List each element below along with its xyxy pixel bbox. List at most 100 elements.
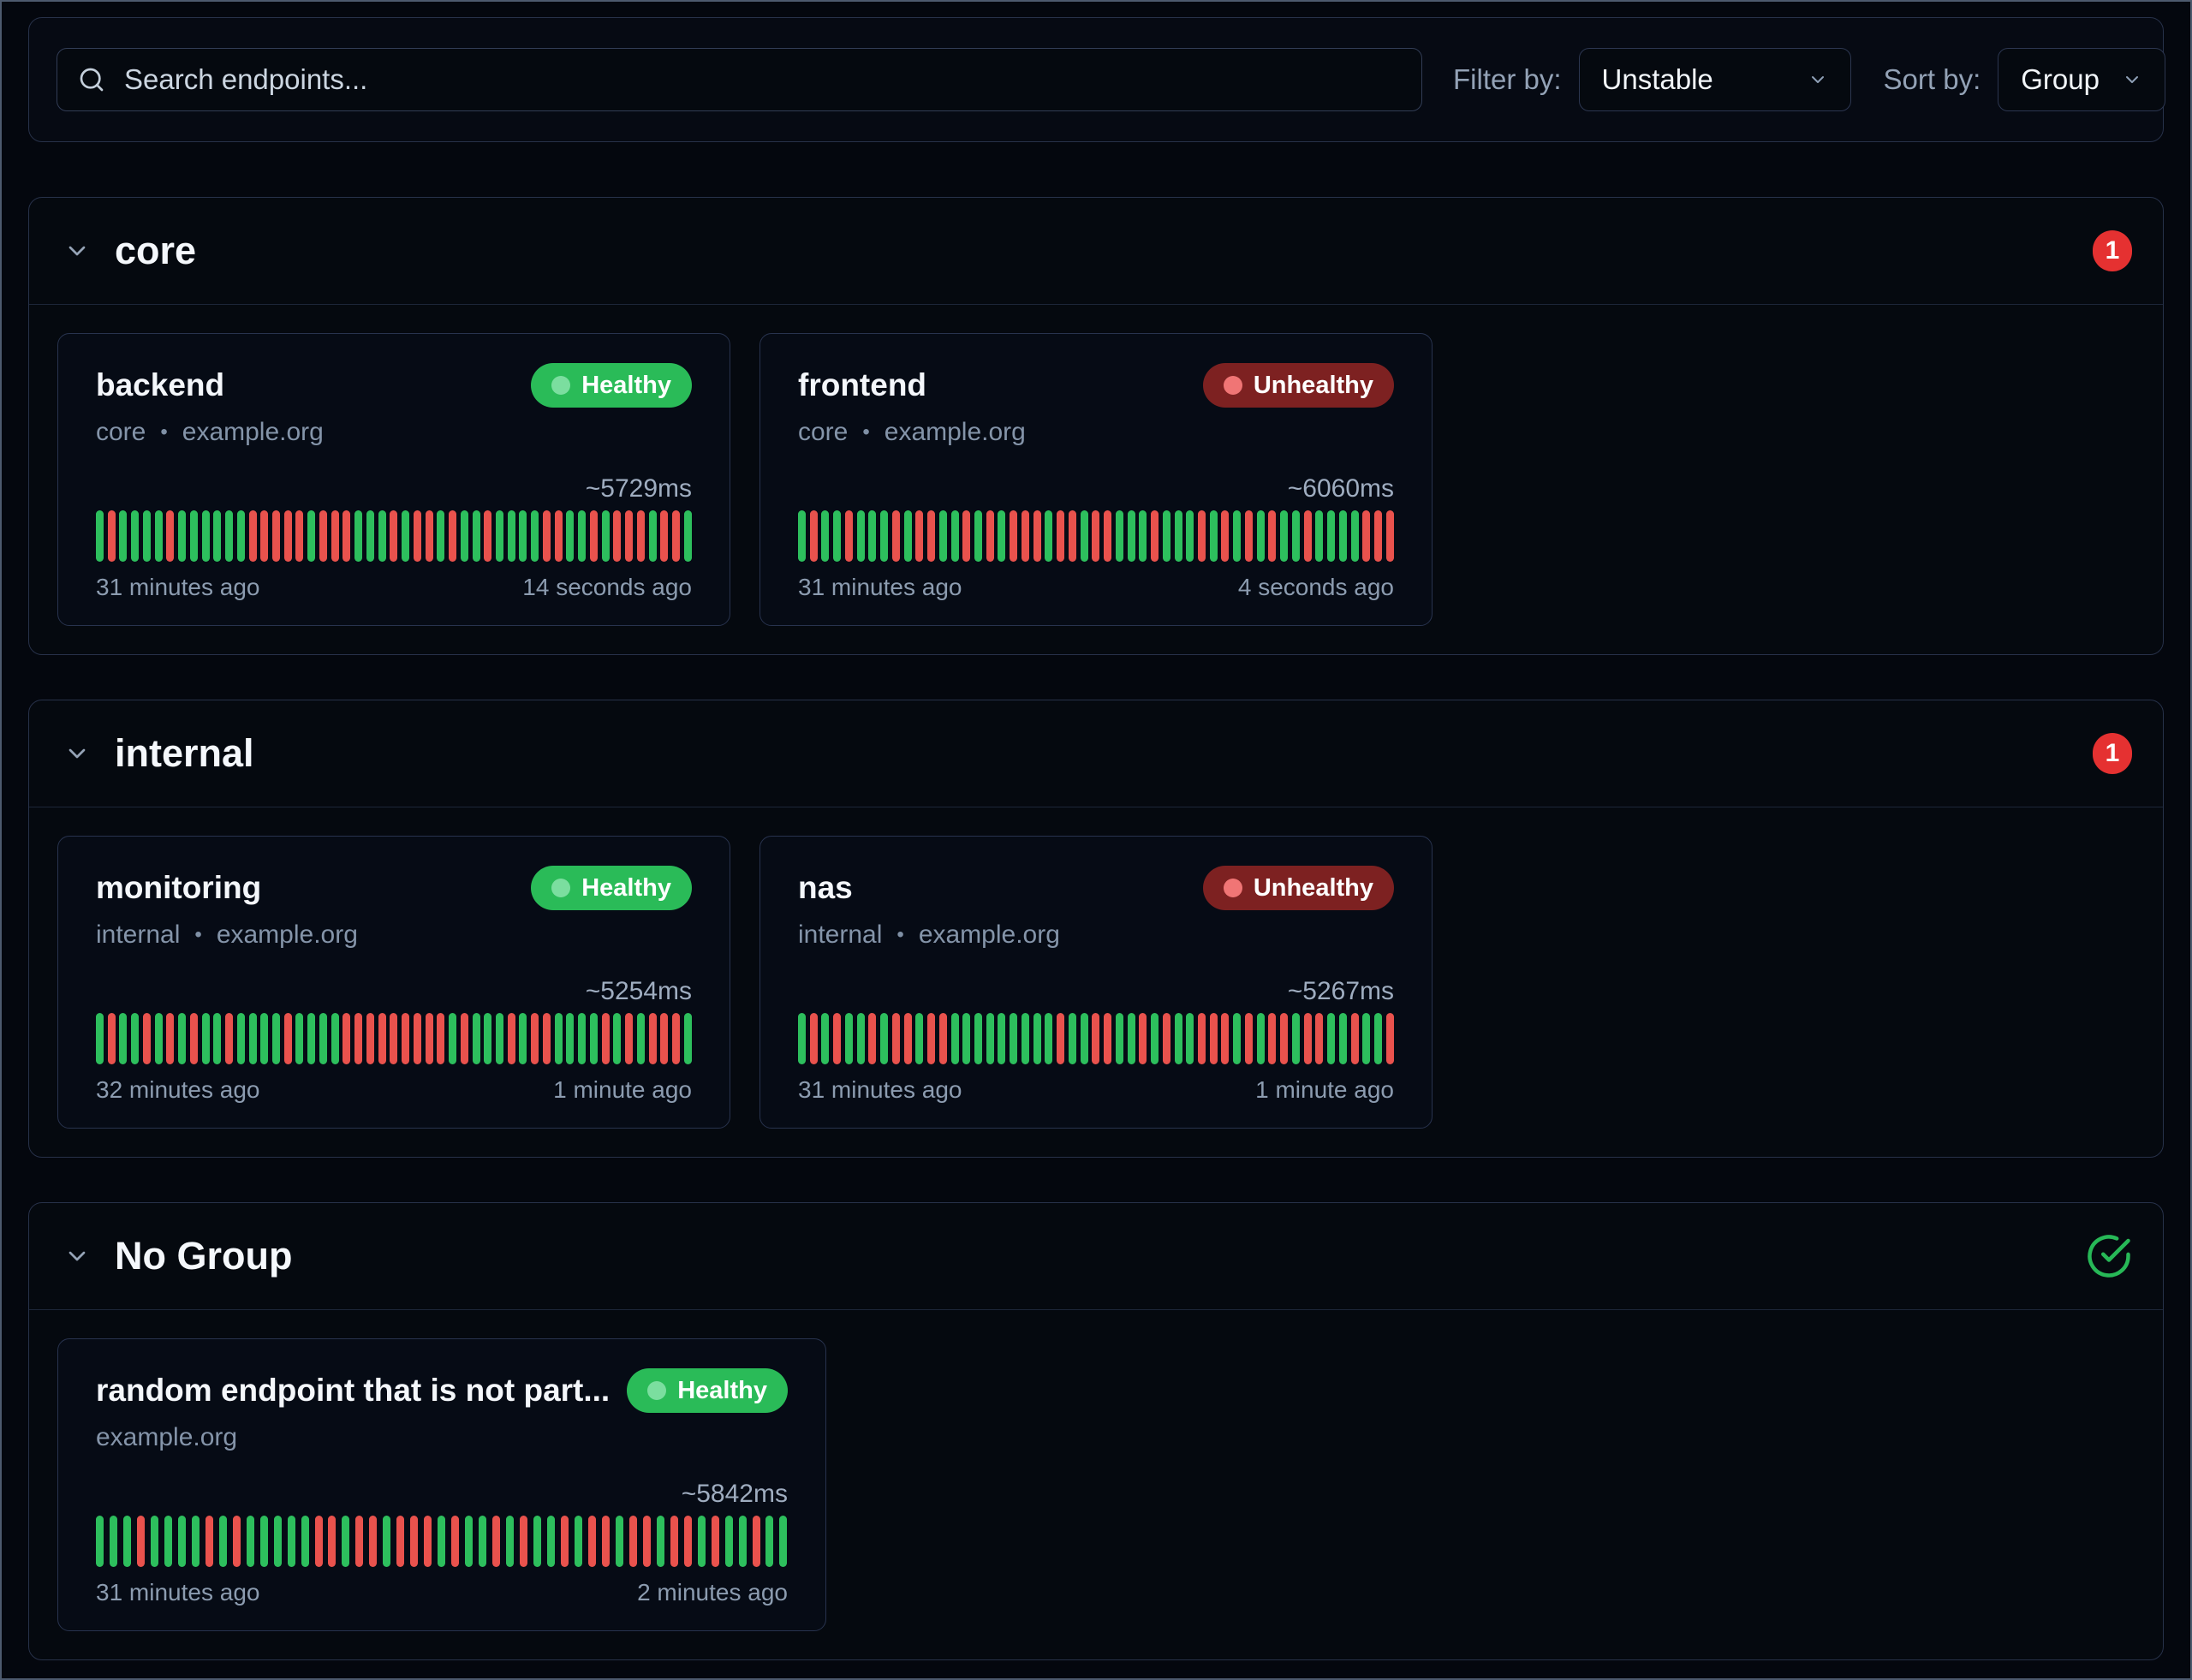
- bar-failure[interactable]: [672, 1013, 680, 1064]
- bar-failure[interactable]: [1010, 510, 1017, 562]
- bar-success[interactable]: [213, 510, 221, 562]
- bar-success[interactable]: [465, 1516, 473, 1567]
- bar-failure[interactable]: [602, 1013, 610, 1064]
- bar-failure[interactable]: [927, 1013, 935, 1064]
- bar-failure[interactable]: [410, 1516, 418, 1567]
- bar-success[interactable]: [178, 1013, 186, 1064]
- bar-success[interactable]: [272, 1013, 280, 1064]
- bar-failure[interactable]: [1221, 510, 1229, 562]
- bar-failure[interactable]: [272, 510, 280, 562]
- bar-success[interactable]: [461, 510, 468, 562]
- bar-failure[interactable]: [366, 1013, 374, 1064]
- bar-failure[interactable]: [1139, 1013, 1147, 1064]
- bar-failure[interactable]: [1374, 510, 1382, 562]
- bar-failure[interactable]: [437, 1013, 444, 1064]
- bar-failure[interactable]: [845, 510, 853, 562]
- bar-success[interactable]: [1081, 510, 1088, 562]
- bar-success[interactable]: [249, 1013, 257, 1064]
- bar-success[interactable]: [178, 510, 186, 562]
- bar-failure[interactable]: [1210, 1013, 1218, 1064]
- bar-success[interactable]: [1280, 510, 1288, 562]
- bar-success[interactable]: [288, 1516, 295, 1567]
- bar-success[interactable]: [383, 1516, 390, 1567]
- bar-success[interactable]: [307, 510, 315, 562]
- bar-failure[interactable]: [543, 1013, 551, 1064]
- bar-success[interactable]: [110, 1516, 117, 1567]
- bar-failure[interactable]: [1362, 510, 1370, 562]
- bar-failure[interactable]: [426, 1013, 433, 1064]
- bar-failure[interactable]: [1033, 510, 1041, 562]
- bar-success[interactable]: [1186, 1013, 1194, 1064]
- bar-success[interactable]: [119, 1013, 127, 1064]
- bar-success[interactable]: [479, 1516, 486, 1567]
- bar-failure[interactable]: [1280, 1013, 1288, 1064]
- bar-failure[interactable]: [1268, 510, 1276, 562]
- bar-success[interactable]: [307, 1013, 315, 1064]
- bar-success[interactable]: [880, 1013, 888, 1064]
- bar-failure[interactable]: [520, 1516, 527, 1567]
- group-header[interactable]: No Group: [29, 1203, 2163, 1310]
- bar-success[interactable]: [1233, 510, 1241, 562]
- bar-failure[interactable]: [1351, 1013, 1359, 1064]
- bar-success[interactable]: [575, 1516, 582, 1567]
- bar-failure[interactable]: [1092, 510, 1099, 562]
- bar-success[interactable]: [1339, 510, 1347, 562]
- bar-failure[interactable]: [1151, 510, 1159, 562]
- bar-success[interactable]: [96, 1013, 104, 1064]
- bar-success[interactable]: [986, 1013, 994, 1064]
- bar-success[interactable]: [657, 1516, 664, 1567]
- bar-failure[interactable]: [1057, 510, 1064, 562]
- bar-success[interactable]: [155, 510, 163, 562]
- bar-failure[interactable]: [484, 510, 491, 562]
- bar-success[interactable]: [342, 1516, 349, 1567]
- bar-success[interactable]: [378, 510, 386, 562]
- bar-success[interactable]: [190, 510, 198, 562]
- bar-failure[interactable]: [396, 1516, 404, 1567]
- bar-success[interactable]: [904, 510, 912, 562]
- bar-success[interactable]: [437, 510, 444, 562]
- bar-success[interactable]: [1045, 1013, 1052, 1064]
- bar-success[interactable]: [164, 1516, 172, 1567]
- bar-success[interactable]: [1022, 1013, 1029, 1064]
- bar-failure[interactable]: [1198, 510, 1206, 562]
- bar-success[interactable]: [1128, 510, 1135, 562]
- bar-failure[interactable]: [672, 510, 680, 562]
- bar-failure[interactable]: [249, 510, 257, 562]
- bar-failure[interactable]: [1268, 1013, 1276, 1064]
- bar-failure[interactable]: [810, 510, 818, 562]
- bar-success[interactable]: [1257, 1013, 1265, 1064]
- bar-success[interactable]: [96, 1516, 104, 1567]
- bar-success[interactable]: [1327, 1013, 1335, 1064]
- bar-failure[interactable]: [108, 1013, 116, 1064]
- bar-failure[interactable]: [833, 1013, 841, 1064]
- bar-success[interactable]: [951, 510, 959, 562]
- bar-failure[interactable]: [1245, 1013, 1253, 1064]
- bar-success[interactable]: [131, 510, 139, 562]
- bar-success[interactable]: [1139, 510, 1147, 562]
- bar-success[interactable]: [739, 1516, 747, 1567]
- bar-success[interactable]: [779, 1516, 787, 1567]
- bar-failure[interactable]: [625, 510, 633, 562]
- bar-failure[interactable]: [424, 1516, 432, 1567]
- bar-success[interactable]: [1151, 1013, 1159, 1064]
- bar-failure[interactable]: [590, 510, 598, 562]
- bar-success[interactable]: [566, 510, 574, 562]
- bar-success[interactable]: [1351, 510, 1359, 562]
- endpoint-card[interactable]: frontend Unhealthy core•example.org ~606…: [759, 333, 1433, 626]
- bar-failure[interactable]: [684, 1516, 692, 1567]
- bar-failure[interactable]: [986, 510, 994, 562]
- bar-success[interactable]: [301, 1516, 309, 1567]
- bar-success[interactable]: [974, 1013, 982, 1064]
- bar-success[interactable]: [354, 510, 362, 562]
- bar-success[interactable]: [613, 1013, 621, 1064]
- bar-success[interactable]: [1116, 1013, 1123, 1064]
- bar-success[interactable]: [725, 1516, 733, 1567]
- bar-success[interactable]: [1081, 1013, 1088, 1064]
- bar-failure[interactable]: [1198, 1013, 1206, 1064]
- search-input[interactable]: [122, 63, 1401, 97]
- bar-success[interactable]: [857, 1013, 865, 1064]
- bar-failure[interactable]: [315, 1516, 323, 1567]
- bar-failure[interactable]: [369, 1516, 377, 1567]
- bar-success[interactable]: [951, 1013, 959, 1064]
- bar-failure[interactable]: [868, 1013, 876, 1064]
